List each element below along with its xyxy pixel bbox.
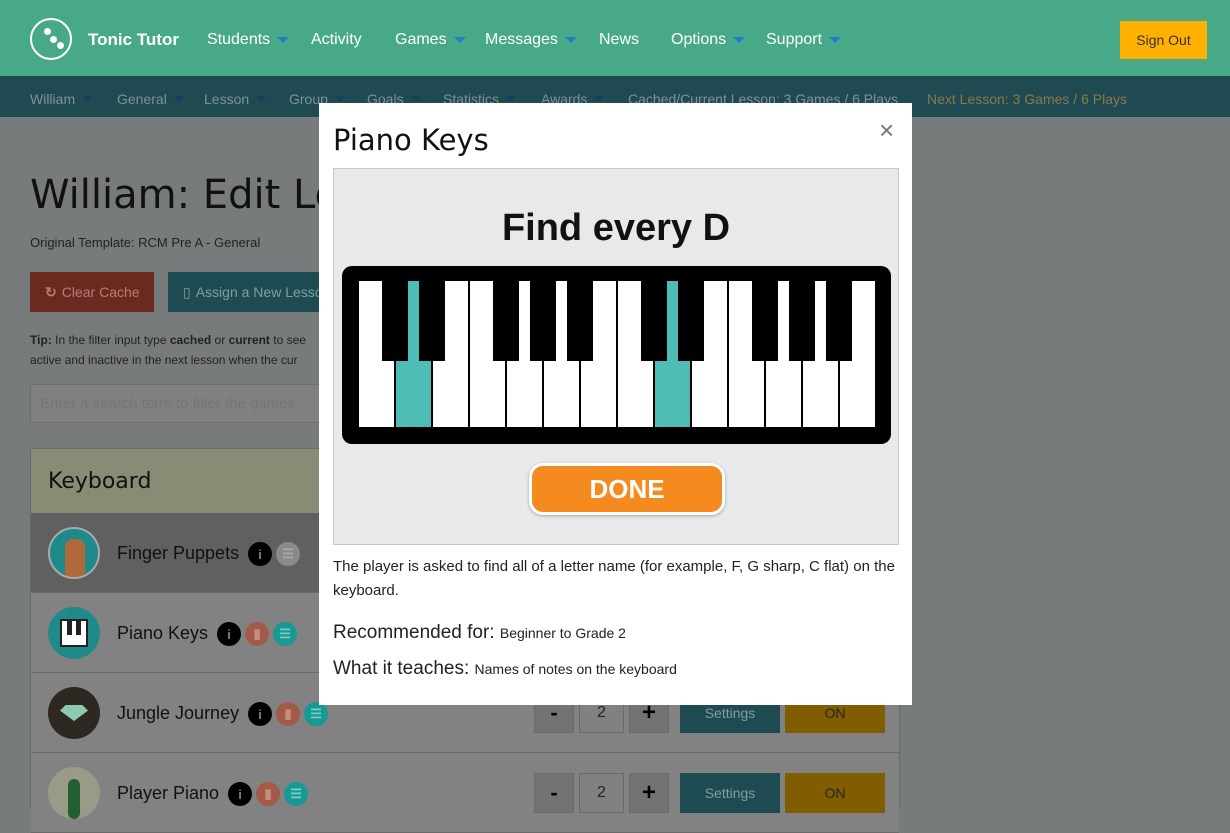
- black-key: [789, 281, 815, 361]
- sign-out-button[interactable]: Sign Out: [1120, 21, 1207, 59]
- clear-cache-button[interactable]: ↻ Clear Cache: [30, 272, 154, 312]
- chevron-down-icon: [564, 37, 577, 43]
- info-icon[interactable]: i: [248, 542, 273, 566]
- piano-keyboard: [342, 266, 891, 444]
- chevron-down-icon: [506, 96, 517, 102]
- tip-text: Tip: In the filter input type cached or …: [30, 333, 306, 367]
- nav-activity[interactable]: Activity: [311, 31, 362, 49]
- game-avatar: [48, 527, 100, 579]
- on-toggle[interactable]: ON: [785, 773, 885, 813]
- game-name: Player Piano i ▮ ☰: [117, 782, 309, 806]
- chevron-down-icon: [256, 96, 267, 102]
- stats-icon[interactable]: ▮: [256, 782, 281, 806]
- subnav-lesson[interactable]: Lesson: [204, 91, 267, 107]
- top-nav: Tonic Tutor Students Activity Games Message…: [0, 0, 1230, 76]
- nav-support[interactable]: Support: [766, 31, 842, 49]
- list-icon[interactable]: ☰: [273, 622, 298, 646]
- nav-students[interactable]: Students: [207, 31, 290, 49]
- plays-count[interactable]: 2: [579, 773, 624, 813]
- game-row[interactable]: Player Piano i ▮ ☰ - 2 + Settings ON: [31, 753, 899, 833]
- black-key: [382, 281, 408, 361]
- nav-news[interactable]: News: [599, 31, 639, 49]
- nav-games[interactable]: Games: [395, 31, 466, 49]
- brand-name[interactable]: Tonic Tutor: [88, 30, 179, 50]
- game-name: Finger Puppets i ☰: [117, 542, 301, 566]
- game-avatar: [48, 607, 100, 659]
- black-key: [493, 281, 519, 361]
- black-key: [826, 281, 852, 361]
- chevron-down-icon: [829, 37, 842, 43]
- recommended-for: Recommended for: Beginner to Grade 2: [333, 622, 626, 643]
- nav-options[interactable]: Options: [671, 31, 746, 49]
- game-name: Piano Keys i ▮ ☰: [117, 622, 298, 646]
- nav-messages[interactable]: Messages: [485, 31, 577, 49]
- game-info-modal: Piano Keys × Find every D DONE The playe…: [319, 103, 912, 705]
- next-lesson-info: Next Lesson: 3 Games / 6 Plays: [927, 91, 1127, 107]
- game-name: Jungle Journey i ▮ ☰: [117, 702, 329, 726]
- list-icon[interactable]: ☰: [284, 782, 309, 806]
- black-key: [641, 281, 667, 361]
- increment-button[interactable]: +: [629, 773, 669, 813]
- decrement-button[interactable]: -: [534, 773, 574, 813]
- info-icon[interactable]: i: [248, 702, 273, 726]
- game-screenshot: Find every D DONE: [333, 168, 899, 545]
- info-icon[interactable]: i: [217, 622, 242, 646]
- black-key: [567, 281, 593, 361]
- black-key: [678, 281, 704, 361]
- subnav-william[interactable]: William: [30, 91, 93, 107]
- what-it-teaches: What it teaches: Names of notes on the k…: [333, 658, 677, 679]
- modal-title: Piano Keys: [333, 123, 489, 157]
- stats-icon[interactable]: ▮: [245, 622, 270, 646]
- close-icon[interactable]: ×: [879, 115, 894, 146]
- chevron-down-icon: [173, 96, 184, 102]
- list-icon[interactable]: ☰: [304, 702, 329, 726]
- info-icon[interactable]: i: [228, 782, 253, 806]
- settings-button[interactable]: Settings: [680, 773, 780, 813]
- black-key: [419, 281, 445, 361]
- stats-icon[interactable]: ▮: [276, 702, 301, 726]
- done-button: DONE: [529, 463, 725, 515]
- highlighted-key-stripe: [408, 281, 419, 361]
- refresh-icon: ↻: [45, 283, 57, 300]
- chevron-down-icon: [82, 96, 93, 102]
- game-description: The player is asked to find all of a let…: [333, 558, 895, 599]
- game-avatar: [48, 687, 100, 739]
- logo-icon[interactable]: [30, 18, 72, 60]
- game-avatar: [48, 767, 100, 819]
- black-key: [752, 281, 778, 361]
- chevron-down-icon: [453, 37, 466, 43]
- chevron-down-icon: [733, 37, 746, 43]
- chevron-down-icon: [334, 96, 345, 102]
- chevron-down-icon: [277, 37, 290, 43]
- game-prompt: Find every D: [501, 207, 731, 249]
- filter-games-input[interactable]: [30, 384, 330, 423]
- original-template: Original Template: RCM Pre A - General: [30, 235, 261, 250]
- list-icon[interactable]: ☰: [276, 542, 301, 566]
- document-icon: ▯: [183, 283, 191, 300]
- highlighted-key-stripe: [667, 281, 678, 361]
- black-key: [530, 281, 556, 361]
- subnav-general[interactable]: General: [117, 91, 184, 107]
- chevron-down-icon: [410, 96, 421, 102]
- chevron-down-icon: [594, 96, 605, 102]
